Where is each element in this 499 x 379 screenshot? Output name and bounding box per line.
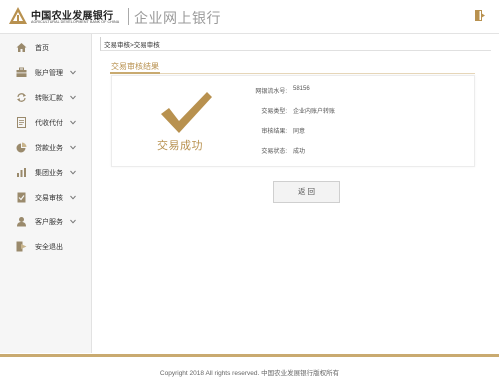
field-value-audit-result: 同意	[293, 129, 306, 135]
footer-copyright: Copyright 2018 All rights reserved. 中国农业…	[159, 370, 340, 377]
field-value-transaction-status: 成功	[293, 149, 306, 155]
section-title: 交易审核结果	[111, 62, 159, 71]
chevron-down-icon	[70, 195, 76, 200]
sidebar-item-label: 交易审核	[35, 195, 63, 202]
sidebar-item-transaction-audit[interactable]: 交易审核	[0, 185, 91, 210]
sidebar-item-account-management[interactable]: 账户管理	[0, 60, 91, 85]
sidebar-item-group-business[interactable]: 集团业务	[0, 160, 91, 185]
sidebar-item-label: 客户服务	[35, 219, 63, 226]
header-divider	[128, 8, 129, 25]
sidebar-item-collection-payment[interactable]: 代收代付	[0, 110, 91, 135]
bar-chart-icon	[17, 168, 26, 177]
sidebar-item-label: 首页	[35, 45, 49, 52]
chevron-down-icon	[70, 120, 76, 125]
field-label-transaction-type: 交易类型:	[261, 109, 287, 115]
audit-icon	[17, 192, 26, 203]
sidebar-item-loan[interactable]: 贷款业务	[0, 135, 91, 160]
sidebar-item-label: 安全退出	[35, 244, 63, 251]
field-value-transaction-type: 企业内账户转账	[293, 109, 336, 115]
sidebar-item-label: 账户管理	[35, 70, 63, 77]
portal-title: 企业网上银行	[134, 10, 221, 26]
footer-divider	[0, 354, 499, 357]
briefcase-icon	[16, 67, 27, 77]
chevron-down-icon	[70, 145, 76, 150]
sidebar-item-label: 贷款业务	[35, 145, 63, 152]
back-button[interactable]: 返 回	[273, 181, 340, 203]
chevron-down-icon	[70, 95, 76, 100]
field-label-audit-result: 审核结果:	[261, 129, 287, 135]
sidebar-item-transfer[interactable]: 转账汇款	[0, 85, 91, 110]
sidebar-item-label: 转账汇款	[35, 95, 63, 102]
section-title-underline	[110, 73, 475, 74]
transfer-icon	[17, 93, 26, 102]
sidebar-item-logout[interactable]: 安全退出	[0, 234, 91, 259]
sidebar: 首页 账户管理 转账汇款 代收代付 贷款业务 集团业务 交易审核 客户服务 安全…	[0, 34, 92, 353]
field-value-serial-number: 58156	[293, 86, 310, 92]
logout-icon[interactable]	[475, 10, 485, 21]
breadcrumb: 交易审核>交易审核	[104, 42, 160, 49]
chevron-down-icon	[70, 70, 76, 75]
sidebar-item-customer-service[interactable]: 客户服务	[0, 209, 91, 234]
pie-chart-icon	[16, 142, 27, 153]
bank-logo-icon	[9, 7, 27, 24]
exit-icon	[16, 241, 27, 252]
sidebar-item-label: 集团业务	[35, 170, 63, 177]
sidebar-item-home[interactable]: 首页	[0, 35, 91, 60]
checkmark-icon	[161, 92, 212, 133]
customer-service-icon	[17, 217, 26, 227]
status-text: 交易成功	[157, 140, 203, 152]
document-icon	[17, 117, 26, 128]
field-label-serial-number: 网银流水号:	[255, 89, 287, 95]
sidebar-item-label: 代收代付	[35, 120, 63, 127]
chevron-down-icon	[70, 219, 76, 224]
section-title-accent	[110, 72, 160, 74]
home-icon	[16, 43, 27, 52]
bank-name-en: AGRICULTURAL DEVELOPMENT BANK OF CHINA	[31, 20, 120, 24]
field-label-transaction-status: 交易状态:	[261, 149, 287, 155]
chevron-down-icon	[70, 170, 76, 175]
